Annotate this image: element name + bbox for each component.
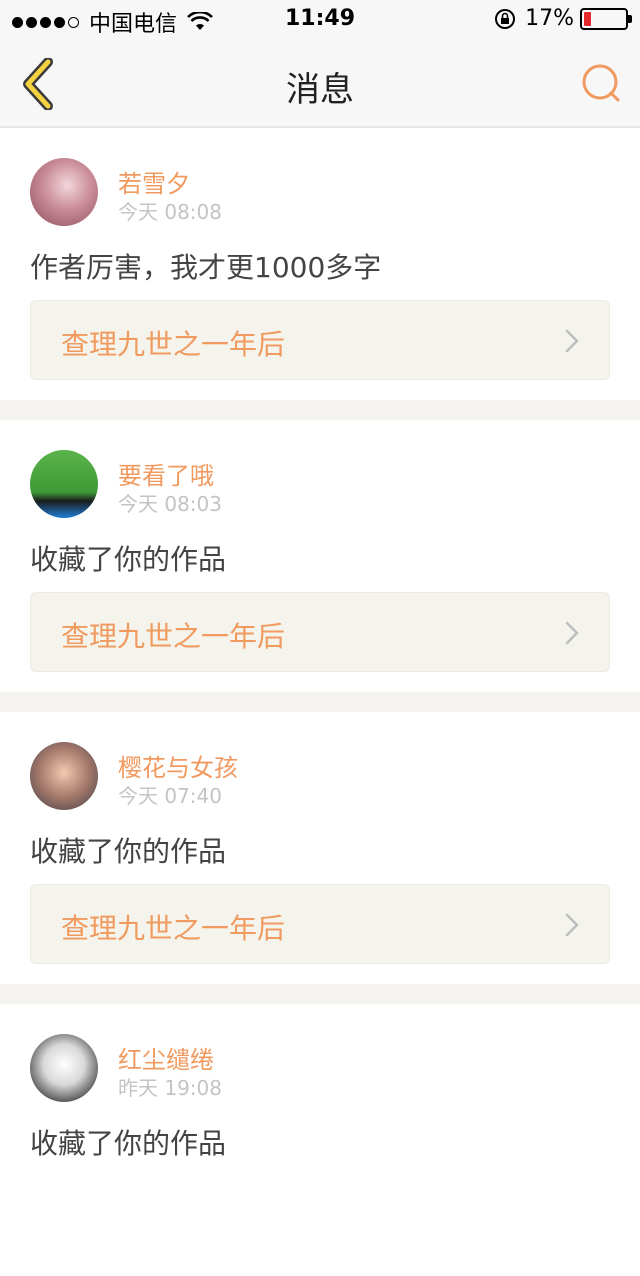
page-title: 消息: [286, 70, 354, 110]
timestamp: 昨天 19:08: [118, 1076, 222, 1100]
message-item: 若雪夕 今天 08:08 作者厉害，我才更1000多字 查理九世之一年后: [0, 128, 640, 400]
chevron-right-icon: [565, 913, 579, 937]
message-text: 收藏了你的作品: [30, 1127, 227, 1160]
divider: [0, 984, 640, 1004]
status-bar: 中国电信 11:49 17%: [0, 0, 640, 40]
work-title: 查理九世之一年后: [61, 620, 286, 653]
rotation-lock-icon: [495, 8, 516, 29]
search-button[interactable]: [580, 62, 622, 104]
divider: [0, 400, 640, 420]
username[interactable]: 若雪夕: [118, 164, 190, 199]
battery-icon: [580, 7, 632, 30]
timestamp: 今天 08:08: [118, 200, 222, 224]
battery-level-fill: [584, 11, 591, 26]
work-link[interactable]: 查理九世之一年后: [30, 884, 610, 964]
battery-percent: 17%: [525, 6, 574, 31]
status-right: 17%: [493, 6, 632, 31]
avatar[interactable]: [30, 158, 98, 226]
timestamp: 今天 07:40: [118, 784, 222, 808]
timestamp: 今天 08:03: [118, 492, 222, 516]
message-list: 若雪夕 今天 08:08 作者厉害，我才更1000多字 查理九世之一年后 要看了…: [0, 128, 640, 1276]
username[interactable]: 樱花与女孩: [118, 748, 238, 783]
message-item: 红尘缱绻 昨天 19:08 收藏了你的作品: [0, 1004, 640, 1276]
username[interactable]: 红尘缱绻: [118, 1040, 214, 1075]
navigation-bar: 消息: [0, 40, 640, 128]
work-title: 查理九世之一年后: [61, 912, 286, 945]
work-link[interactable]: 查理九世之一年后: [30, 300, 610, 380]
message-text: 作者厉害，我才更1000多字: [30, 251, 382, 284]
message-item: 樱花与女孩 今天 07:40 收藏了你的作品 查理九世之一年后: [0, 712, 640, 984]
avatar[interactable]: [30, 1034, 98, 1102]
work-link[interactable]: 查理九世之一年后: [30, 592, 610, 672]
avatar[interactable]: [30, 450, 98, 518]
divider: [0, 692, 640, 712]
work-title: 查理九世之一年后: [61, 328, 286, 361]
chevron-right-icon: [565, 621, 579, 645]
avatar[interactable]: [30, 742, 98, 810]
message-item: 要看了哦 今天 08:03 收藏了你的作品 查理九世之一年后: [0, 420, 640, 692]
message-text: 收藏了你的作品: [30, 835, 227, 868]
message-text: 收藏了你的作品: [30, 543, 227, 576]
chevron-right-icon: [565, 329, 579, 353]
username[interactable]: 要看了哦: [118, 456, 214, 491]
